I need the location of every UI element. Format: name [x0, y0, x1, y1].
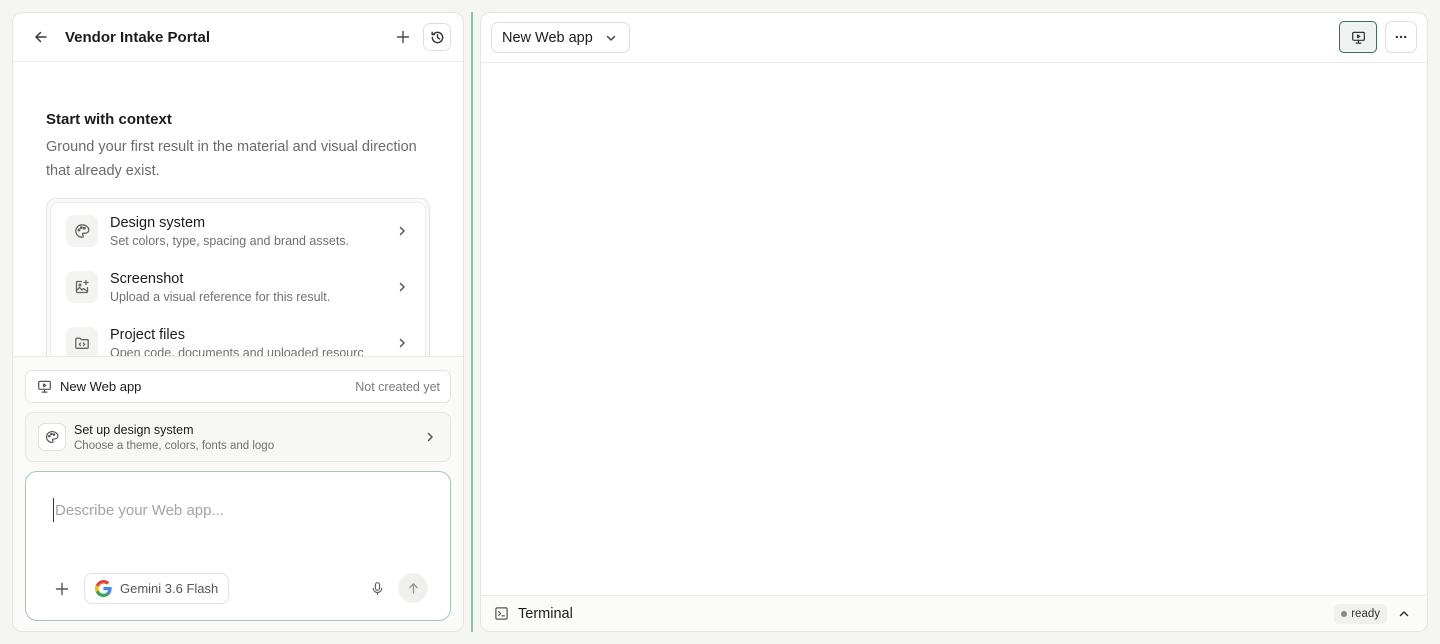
setup-design-system-button[interactable]: Set up design system Choose a theme, col…: [25, 412, 451, 462]
context-item-subtitle: Open code, documents and uploaded resour…: [110, 345, 364, 357]
preview-monitor-icon[interactable]: [1339, 21, 1377, 53]
app-selector-label: New Web app: [502, 29, 593, 46]
chat-panel: Vendor Intake Portal Start with context …: [12, 12, 464, 632]
terminal-label: Terminal: [518, 605, 573, 622]
terminal-status-badge: ready: [1334, 603, 1387, 624]
app-status-row: New Web app Not created yet: [25, 370, 451, 403]
history-icon[interactable]: [423, 23, 451, 51]
palette-icon: [66, 215, 98, 247]
terminal-icon: [493, 606, 509, 622]
app-selector-dropdown[interactable]: New Web app: [491, 22, 630, 53]
context-item-subtitle: Upload a visual reference for this resul…: [110, 289, 331, 304]
context-item-subtitle: Set colors, type, spacing and brand asse…: [110, 233, 350, 248]
prompt-composer: Gemini 3.6 Flash: [25, 471, 451, 621]
preview-header: New Web app: [481, 13, 1427, 63]
chevron-right-icon: [422, 429, 438, 445]
chevron-down-icon: [603, 30, 619, 46]
send-arrow-icon[interactable]: [398, 573, 428, 603]
context-heading: Start with context: [46, 111, 172, 128]
prompt-input[interactable]: [53, 498, 423, 522]
google-logo-icon: [95, 580, 112, 597]
new-chat-plus-icon[interactable]: [389, 23, 417, 51]
chevron-up-icon[interactable]: [1393, 603, 1415, 625]
app-status-name: New Web app: [60, 379, 142, 394]
setup-title: Set up design system: [74, 422, 194, 437]
chevron-right-icon: [393, 222, 411, 240]
context-item-text: Design system Set colors, type, spacing …: [110, 215, 393, 248]
palette-icon: [38, 423, 66, 451]
context-item-title: Design system: [110, 214, 206, 231]
folder-code-icon: [66, 327, 98, 356]
setup-subtitle: Choose a theme, colors, fonts and logo: [74, 439, 275, 452]
preview-panel: New Web app Terminal ready: [480, 12, 1428, 632]
context-item-screenshot[interactable]: Screenshot Upload a visual reference for…: [51, 259, 425, 315]
setup-text: Set up design system Choose a theme, col…: [74, 423, 422, 452]
terminal-bar[interactable]: Terminal ready: [481, 595, 1427, 631]
chat-header: Vendor Intake Portal: [13, 13, 463, 62]
context-description: Ground your first result in the material…: [46, 139, 417, 179]
model-name: Gemini 3.6 Flash: [120, 581, 219, 596]
panel-resize-handle[interactable]: [471, 12, 473, 632]
microphone-icon[interactable]: [365, 576, 389, 600]
context-item-title: Screenshot: [110, 270, 184, 287]
image-add-icon: [66, 271, 98, 303]
project-title: Vendor Intake Portal: [65, 28, 211, 46]
context-item-text: Screenshot Upload a visual reference for…: [110, 271, 393, 304]
context-item-project-files[interactable]: Project files Open code, documents and u…: [51, 315, 425, 356]
preview-canvas: [481, 63, 1427, 595]
back-arrow-icon[interactable]: [29, 25, 53, 49]
status-dot: [1341, 610, 1348, 617]
model-selector[interactable]: Gemini 3.6 Flash: [84, 573, 230, 604]
chevron-right-icon: [393, 278, 411, 296]
chevron-right-icon: [393, 334, 411, 352]
terminal-status-text: ready: [1351, 607, 1380, 620]
context-options-list: Design system Set colors, type, spacing …: [50, 202, 426, 356]
attach-plus-icon[interactable]: [50, 577, 74, 601]
context-scroll-area[interactable]: Start with context Ground your first res…: [13, 62, 463, 356]
context-item-text: Project files Open code, documents and u…: [110, 327, 393, 357]
context-item-design-system[interactable]: Design system Set colors, type, spacing …: [51, 203, 425, 259]
monitor-play-icon: [36, 379, 52, 395]
composer-area: New Web app Not created yet Set up desig…: [13, 356, 463, 631]
app-status-state: Not created yet: [355, 379, 440, 394]
header-actions: [389, 23, 451, 51]
context-options-card: Design system Set colors, type, spacing …: [46, 198, 430, 356]
more-options-icon[interactable]: [1385, 21, 1417, 53]
context-item-title: Project files: [110, 326, 185, 343]
